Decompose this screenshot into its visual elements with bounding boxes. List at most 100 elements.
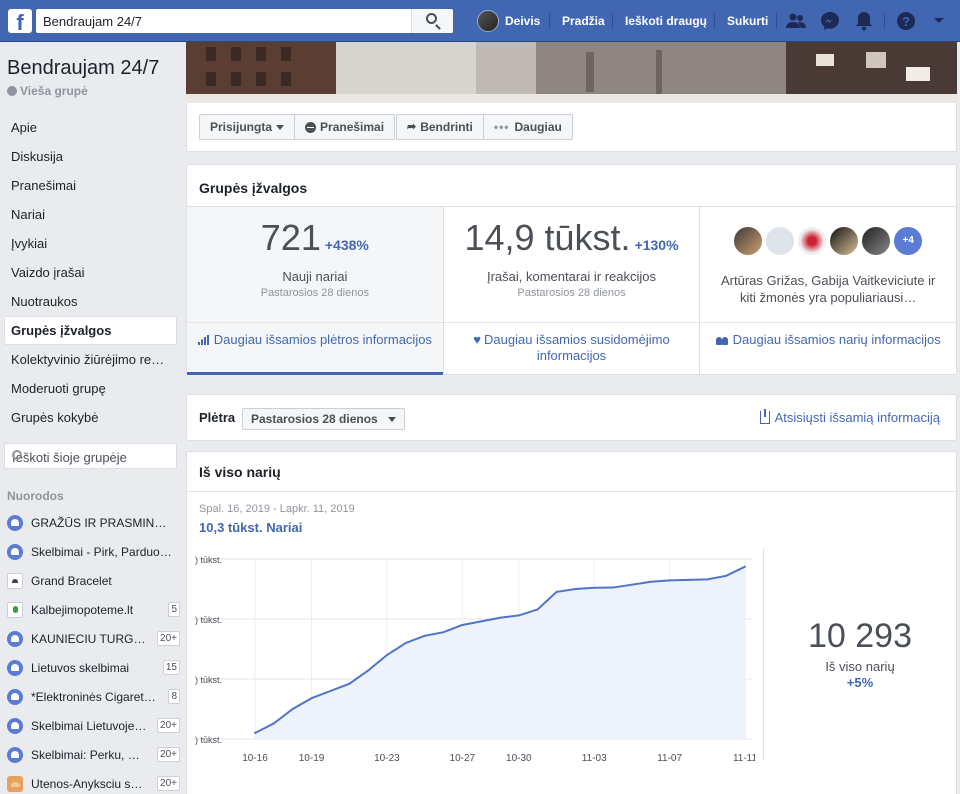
shortcut-item[interactable]: Skelbimai - Pirk, Parduo… (0, 537, 180, 566)
data-point (367, 669, 370, 672)
leaf-icon (7, 601, 23, 618)
group-icon (7, 543, 23, 560)
share-button[interactable]: ➦ Bendrinti (397, 115, 483, 139)
engagement-details-label: Daugiau išsamios susidomėjimo informacij… (484, 332, 670, 363)
shortcut-label: Grand Bracelet (31, 573, 112, 588)
data-point (706, 578, 709, 581)
download-details-link[interactable]: Atsisiųsti išsamią informaciją (759, 409, 940, 425)
friends-icon[interactable] (786, 11, 806, 31)
menu-item-group-insights[interactable]: Grupės įžvalgos (4, 316, 177, 345)
data-point (254, 732, 256, 734)
people-icon (715, 335, 729, 345)
group-search-input[interactable]: Ieškoti šioje grupėje (4, 443, 177, 469)
shortcut-item[interactable]: Skelbimai Lietuvoje… 20+ (0, 711, 180, 740)
nav-home[interactable]: Pradžia (562, 0, 605, 42)
more-label: Daugiau (514, 120, 562, 134)
divider (443, 322, 700, 323)
shortcuts-list: GRAŽŪS IR PRASMIN… Skelbimai - Pirk, Pard… (0, 508, 180, 794)
top-members-avatars: +4 (700, 226, 956, 256)
shortcut-item[interactable]: Utenos-Anyksciu s… 20+ (0, 769, 180, 794)
group-name[interactable]: Bendraujam 24/7 (7, 57, 159, 80)
shortcut-label: Skelbimai - Pirk, Parduo… (31, 544, 172, 559)
x-tick-label: 10-27 (450, 753, 476, 764)
dropdown-icon[interactable] (929, 11, 949, 31)
engagement-details-link[interactable]: ♥ Daugiau išsamios susidomėjimo informaci… (454, 332, 690, 364)
shortcut-item[interactable]: KAUNIECIU TURG… 20+ (0, 624, 180, 653)
user-name: Deivis (505, 14, 541, 28)
shortcut-item[interactable]: GRAŽŪS IR PRASMIN… (0, 508, 180, 537)
engagement-change: +130% (634, 237, 679, 253)
data-point (725, 574, 728, 577)
growth-title: Plėtra (199, 410, 236, 425)
shortcut-count-badge: 20+ (157, 631, 180, 646)
menu-item-group-quality[interactable]: Grupės kokybė (4, 403, 177, 432)
insight-new-members[interactable]: 721 +438% Nauji nariai Pastarosios 28 die… (187, 207, 443, 375)
hand-icon (7, 775, 23, 792)
shortcut-label: KAUNIECIU TURG… (31, 631, 146, 646)
divider (187, 491, 956, 492)
shortcut-item[interactable]: *Elektroninės Cigaret… 8 (0, 682, 180, 711)
facebook-logo-icon[interactable]: f (8, 9, 32, 33)
members-chart[interactable]: ) tūkst.) tūkst.) tūkst.) tūkst. 10-16 10-… (195, 547, 755, 777)
divider (884, 13, 885, 29)
avatar[interactable] (797, 226, 828, 256)
shortcut-label: Utenos-Anyksciu s… (31, 776, 143, 791)
group-icon (7, 688, 23, 705)
heart-pulse-icon: ♥ (473, 332, 482, 347)
notifications-icon[interactable] (854, 11, 874, 31)
top-navigation-bar: f Deivis Pradžia Ieškoti draugų Sukurti … (0, 0, 960, 42)
data-point (574, 588, 577, 590)
nav-find-friends[interactable]: Ieškoti draugų (625, 0, 707, 42)
shortcut-count-badge: 8 (168, 689, 180, 704)
shortcut-item[interactable]: Kalbejimopoteme.lt 5 (0, 595, 180, 624)
nav-create[interactable]: Sukurti (727, 0, 768, 42)
period-select[interactable]: Pastarosios 28 dienos (242, 408, 405, 430)
shortcuts-heading: Nuorodos (7, 489, 64, 503)
avatar[interactable] (829, 226, 860, 256)
globe-icon (7, 86, 17, 96)
more-button[interactable]: ••• Daugiau (482, 115, 572, 139)
menu-item-photos[interactable]: Nuotraukos (4, 287, 177, 316)
shortcut-item[interactable]: Skelbimai: Perku, … 20+ (0, 740, 180, 769)
avatar[interactable] (861, 226, 892, 256)
data-point (310, 697, 313, 700)
menu-item-watch-party[interactable]: Kolektyvinio žiūrėjimo re… (4, 345, 177, 374)
profile-link[interactable]: Deivis (477, 0, 540, 42)
menu-item-members[interactable]: Nariai (4, 200, 177, 229)
search-button[interactable] (411, 9, 453, 33)
notifications-button[interactable]: Pranešimai (294, 115, 394, 139)
help-icon[interactable]: ? (896, 11, 916, 31)
nav-find-friends-label: Ieškoti draugų (625, 14, 708, 28)
insight-top-members[interactable]: +4 Artūras Grižas, Gabija Vaitkeviciute … (699, 207, 957, 374)
insight-engagement[interactable]: 14,9 tūkst. +130% Įrašai, komentarai ir r… (442, 207, 700, 374)
menu-item-videos[interactable]: Vaizdo įrašai (4, 258, 177, 287)
data-point (744, 565, 746, 568)
group-search-placeholder: Ieškoti šioje grupėje (12, 450, 127, 465)
group-privacy: Vieša grupė (7, 84, 88, 98)
nav-home-label: Pradžia (562, 14, 605, 28)
menu-item-discussion[interactable]: Diskusija (4, 142, 177, 171)
shortcut-item[interactable]: Grand Bracelet (0, 566, 180, 595)
growth-card: Plėtra Pastarosios 28 dienos Atsisiųsti … (186, 394, 957, 441)
joined-button[interactable]: Prisijungta (200, 115, 294, 139)
growth-details-link[interactable]: Daugiau išsamios plėtros informacijos (197, 332, 433, 348)
share-label: Bendrinti (420, 120, 473, 134)
menu-item-moderate-group[interactable]: Moderuoti grupę (4, 374, 177, 403)
avatar[interactable] (733, 226, 764, 256)
new-members-change: +438% (324, 237, 369, 253)
avatar[interactable] (765, 226, 796, 256)
bar-chart-icon (197, 335, 210, 345)
menu-item-announcements[interactable]: Pranešimai (4, 171, 177, 200)
shortcut-item[interactable]: Lietuvos skelbimai 15 (0, 653, 180, 682)
member-details-label: Daugiau išsamios narių informacijos (732, 332, 941, 347)
messenger-icon[interactable] (820, 11, 840, 31)
data-point (385, 654, 388, 656)
cover-photo[interactable] (186, 42, 957, 103)
menu-item-events[interactable]: Įvykiai (4, 229, 177, 258)
more-members-badge[interactable]: +4 (893, 226, 924, 256)
global-search-input[interactable] (36, 13, 406, 29)
member-details-link[interactable]: Daugiau išsamios narių informacijos (710, 332, 946, 348)
data-point (536, 608, 539, 611)
menu-item-about[interactable]: Apie (4, 113, 177, 142)
series-label: 10,3 tūkst. Nariai (199, 520, 303, 535)
